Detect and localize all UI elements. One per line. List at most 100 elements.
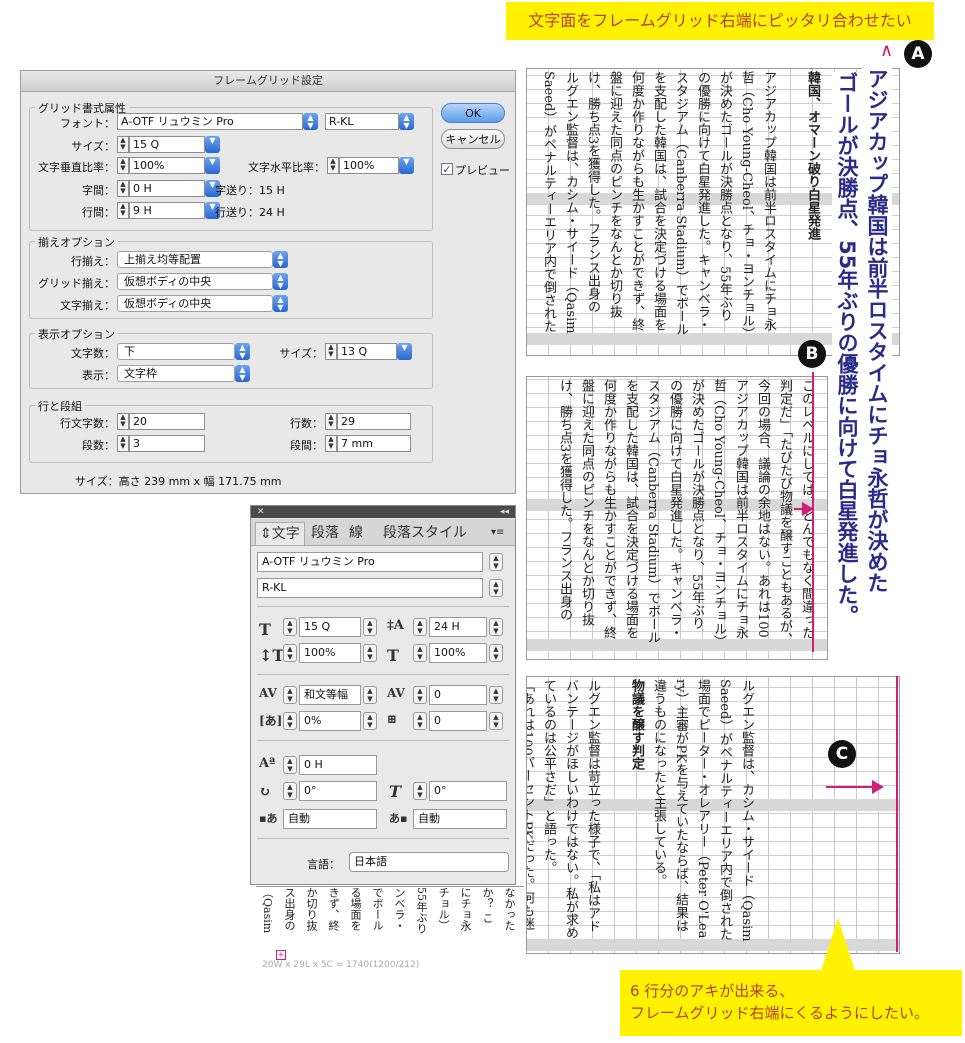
cancel-button[interactable]: キャンセル [441, 129, 505, 149]
tsume-stepper-icon[interactable]: ▲ ▼ [283, 712, 297, 730]
panel-tracking-field[interactable]: 0 [429, 685, 487, 705]
ok-button[interactable]: OK [441, 103, 505, 123]
count-select[interactable]: 下 [117, 343, 235, 360]
line-space-field[interactable]: 9 H [129, 202, 205, 219]
grid-frame-2[interactable]: このレベルにしては、とんでもなく間違った 判定だ」「たびたび物議を醸すこともある… [526, 376, 828, 660]
frame1-col: が決めたゴールが決勝点となり、55年ぶり [717, 71, 732, 322]
kerning-stepper-icon[interactable]: ▲ ▼ [283, 686, 297, 704]
panel-titlebar[interactable]: ✕ ◂◂ [251, 506, 515, 518]
line-align-select[interactable]: 上揃え均等配置 [117, 251, 273, 268]
vscale-field[interactable]: 100% [129, 157, 205, 174]
count-size-dropdown-icon[interactable]: ▼ [397, 343, 412, 360]
language-label: 言語： [307, 858, 340, 871]
size-stepper-icon[interactable]: ▲ ▼ [117, 136, 129, 153]
aki-before-icon: ▪あ [259, 812, 278, 825]
vscale-stepper-icon-panel[interactable]: ▲ ▼ [283, 644, 297, 662]
size-field[interactable]: 15 Q [129, 136, 205, 153]
leading-stepper-icon[interactable]: ▲ ▼ [413, 618, 427, 636]
columns-stepper-icon[interactable]: ▲ ▼ [117, 435, 129, 452]
panel-leading-dropdown-icon[interactable]: ▲ ▼ [489, 618, 503, 636]
char-align-dropdown-icon[interactable]: ▲ ▼ [273, 295, 288, 312]
char-space-stepper-icon[interactable]: ▲ ▼ [117, 180, 129, 197]
grid-align-dropdown-icon[interactable]: ▲ ▼ [273, 273, 288, 290]
skew-stepper-icon[interactable]: ▲ ▼ [413, 782, 427, 800]
tab-paragraph[interactable]: 段落 [311, 522, 339, 544]
language-select[interactable]: 日本語 [349, 852, 509, 872]
close-icon[interactable]: ✕ [257, 507, 265, 517]
chars-per-line-label: 行文字数： [60, 417, 115, 430]
panel-font-field[interactable]: A-OTF リュウミン Pro [257, 552, 483, 572]
char-align-select[interactable]: 仮想ボディの中央 [117, 295, 273, 312]
hscale-stepper-icon-panel[interactable]: ▲ ▼ [413, 644, 427, 662]
view-dropdown-icon[interactable]: ▲ ▼ [235, 365, 250, 382]
panel-style-field[interactable]: R-KL [257, 578, 483, 598]
panel-hscale-field[interactable]: 100% [429, 643, 487, 663]
panel-aki-field[interactable]: 0 [429, 711, 487, 731]
chars-per-line-stepper-icon[interactable]: ▲ ▼ [117, 413, 129, 430]
panel-hscale-dropdown-icon[interactable]: ▲ ▼ [489, 644, 503, 662]
vscale-dropdown-icon[interactable]: ▼ [205, 157, 220, 174]
gutter-stepper-icon[interactable]: ▲ ▼ [325, 435, 337, 452]
overflow-col: る場面を [349, 887, 362, 931]
panel-aki-dropdown-icon[interactable]: ▲ ▼ [489, 712, 503, 730]
lines-field[interactable]: 29 [337, 413, 411, 430]
chars-per-line-field[interactable]: 20 [129, 413, 205, 430]
char-space-field[interactable]: 0 H [129, 180, 205, 197]
panel-aki-after-select[interactable]: 自動 [413, 809, 507, 829]
vscale-stepper-icon[interactable]: ▲ ▼ [117, 157, 129, 174]
grid-frame-3[interactable]: ルグエン監督は、カシム・サイード（Qasim Saeed）がペナルティーエリア内… [526, 676, 900, 954]
tab-character[interactable]: ⇕文字 [255, 522, 305, 545]
frame1-col: 盤に迎えた同点のピンチをなんとか切り抜 [607, 71, 622, 318]
tracking-stepper-icon[interactable]: ▲ ▼ [413, 686, 427, 704]
tab-paragraph-style[interactable]: 段落スタイル [383, 522, 467, 544]
panel-size-dropdown-icon[interactable]: ▲ ▼ [363, 618, 377, 636]
panel-style-dropdown-icon[interactable]: ▲ ▼ [489, 579, 503, 597]
panel-aki-before-select[interactable]: 自動 [283, 809, 377, 829]
panel-tracking-dropdown-icon[interactable]: ▲ ▼ [489, 686, 503, 704]
panel-menu-icon[interactable]: ▾≡ [491, 522, 504, 544]
font-dropdown-icon[interactable]: ▲ ▼ [303, 113, 318, 130]
tab-stroke[interactable]: 線 [349, 522, 363, 544]
font-field[interactable]: A-OTF リュウミン Pro [117, 113, 303, 130]
gutter-field[interactable]: 7 mm [337, 435, 411, 452]
count-size-field[interactable]: 13 Q [337, 343, 397, 360]
lines-stepper-icon[interactable]: ▲ ▼ [325, 413, 337, 430]
font-style-field[interactable]: R-KL [325, 113, 399, 130]
collapse-icon[interactable]: ◂◂ [500, 506, 509, 518]
panel-rotation-field[interactable]: 0° [299, 781, 377, 801]
line-align-dropdown-icon[interactable]: ▲ ▼ [273, 251, 288, 268]
line-space-stepper-icon[interactable]: ▲ ▼ [117, 202, 129, 219]
baseline-stepper-icon[interactable]: ▲ ▼ [283, 756, 297, 774]
panel-vscale-field[interactable]: 100% [299, 643, 361, 663]
hscale-stepper-icon[interactable]: ▲ ▼ [327, 157, 339, 174]
hscale-field[interactable]: 100% [339, 157, 399, 174]
panel-tsume-field[interactable]: 0% [299, 711, 361, 731]
count-size-stepper-icon[interactable]: ▲ ▼ [325, 343, 337, 360]
size-dropdown-icon[interactable]: ▼ [205, 136, 220, 153]
tsume-icon: [あ] [259, 714, 283, 728]
aki-after-icon: あ▪ [389, 812, 408, 825]
aki-stepper-icon[interactable]: ▲ ▼ [413, 712, 427, 730]
overset-icon[interactable]: + [276, 950, 286, 960]
panel-kerning-dropdown-icon[interactable]: ▲ ▼ [363, 686, 377, 704]
callout-bottom-line1: 6 行分のアキが出来る、 [630, 982, 795, 1000]
panel-skew-field[interactable]: 0° [429, 781, 507, 801]
count-dropdown-icon[interactable]: ▲ ▼ [235, 343, 250, 360]
overflow-col: でボール [371, 887, 384, 931]
panel-vscale-dropdown-icon[interactable]: ▲ ▼ [363, 644, 377, 662]
columns-field[interactable]: 3 [129, 435, 205, 452]
panel-font-dropdown-icon[interactable]: ▲ ▼ [489, 553, 503, 571]
font-size-stepper-icon[interactable]: ▲ ▼ [283, 618, 297, 636]
panel-baseline-field[interactable]: 0 H [299, 755, 377, 775]
panel-size-field[interactable]: 15 Q [299, 617, 361, 637]
callout-bottom: 6 行分のアキが出来る、 フレームグリッド右端にくるようにしたい。 [620, 970, 962, 1036]
panel-kerning-field[interactable]: 和文等幅 [299, 685, 361, 705]
rotation-stepper-icon[interactable]: ▲ ▼ [283, 782, 297, 800]
grid-align-select[interactable]: 仮想ボディの中央 [117, 273, 273, 290]
preview-checkbox[interactable]: ✓ [441, 163, 453, 175]
view-select[interactable]: 文字枠 [117, 365, 235, 382]
hscale-dropdown-icon[interactable]: ▼ [399, 157, 414, 174]
panel-leading-field[interactable]: 24 H [429, 617, 487, 637]
panel-tsume-dropdown-icon[interactable]: ▲ ▼ [363, 712, 377, 730]
font-style-dropdown-icon[interactable]: ▲ ▼ [399, 113, 414, 130]
